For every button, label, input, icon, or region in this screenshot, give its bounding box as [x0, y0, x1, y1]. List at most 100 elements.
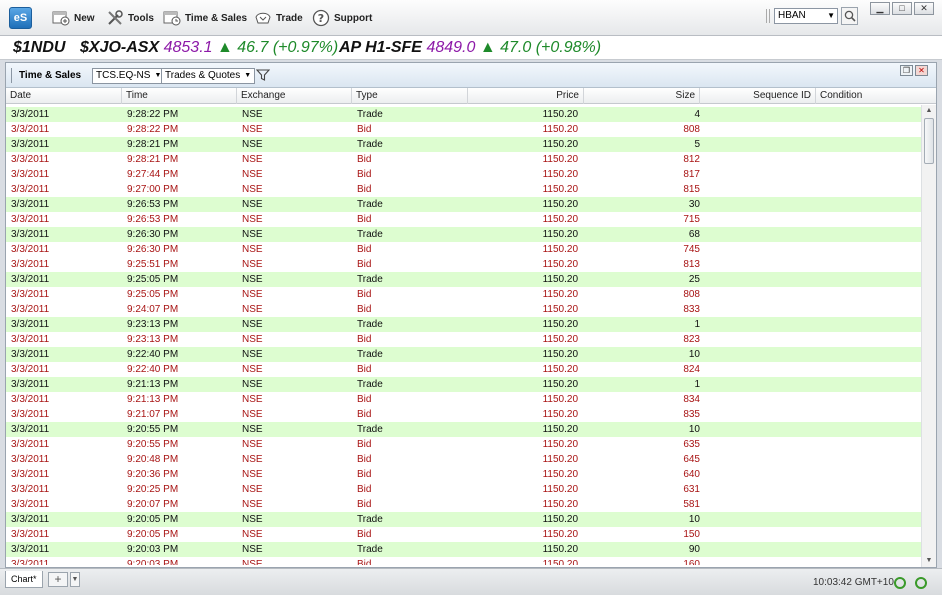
table-row[interactable]: 3/3/2011 9:20:03 PM NSE Bid 1150.20 160 [6, 557, 921, 565]
column-header-condition[interactable]: Condition [816, 88, 936, 104]
close-window-button[interactable]: ✕ [914, 2, 934, 15]
mode-dropdown[interactable]: Trades & Quotes ▼ [161, 68, 256, 84]
scroll-thumb[interactable] [924, 118, 934, 164]
cell-time: 9:25:05 PM [127, 289, 179, 300]
maximize-button[interactable]: □ [892, 2, 912, 15]
app-logo[interactable]: eS [9, 7, 32, 29]
main-toolbar: eS New Tools Time & Sales Trade ? Suppor… [0, 0, 942, 36]
table-row[interactable]: 3/3/2011 9:26:53 PM NSE Trade 1150.20 30 [6, 197, 921, 212]
time-sales-panel: Time & Sales TCS.EQ-NS ▼ Trades & Quotes… [5, 62, 937, 568]
table-row[interactable]: 3/3/2011 9:27:00 PM NSE Bid 1150.20 815 [6, 182, 921, 197]
table-row[interactable]: 3/3/2011 9:20:36 PM NSE Bid 1150.20 640 [6, 467, 921, 482]
support-button[interactable]: ? Support [312, 8, 372, 28]
table-row[interactable]: 3/3/2011 9:25:05 PM NSE Bid 1150.20 808 [6, 287, 921, 302]
table-row[interactable]: 3/3/2011 9:20:55 PM NSE Bid 1150.20 635 [6, 437, 921, 452]
cell-exchange: NSE [242, 154, 263, 165]
table-row[interactable]: 3/3/2011 9:21:07 PM NSE Bid 1150.20 835 [6, 407, 921, 422]
trade-button[interactable]: Trade [254, 8, 303, 28]
table-row[interactable]: 3/3/2011 9:26:30 PM NSE Trade 1150.20 68 [6, 227, 921, 242]
table-row[interactable]: 3/3/2011 9:22:40 PM NSE Trade 1150.20 10 [6, 347, 921, 362]
cell-date: 3/3/2011 [11, 154, 50, 165]
cell-type: Bid [357, 154, 372, 165]
cell-size: 5 [694, 139, 700, 150]
table-row[interactable]: 3/3/2011 9:20:03 PM NSE Trade 1150.20 90 [6, 542, 921, 557]
scroll-up-icon[interactable]: ▲ [922, 105, 936, 117]
cell-exchange: NSE [242, 379, 263, 390]
panel-title: Time & Sales [11, 68, 81, 83]
cell-type: Bid [357, 259, 372, 270]
tab-chart[interactable]: Chart* [5, 571, 43, 588]
search-button[interactable] [841, 7, 858, 25]
minimize-button[interactable]: ▁ [870, 2, 890, 15]
table-row[interactable]: 3/3/2011 9:25:05 PM NSE Trade 1150.20 25 [6, 272, 921, 287]
help-icon: ? [312, 9, 330, 27]
cell-exchange: NSE [242, 439, 263, 450]
cell-date: 3/3/2011 [11, 304, 50, 315]
cell-price: 1150.20 [542, 379, 578, 390]
tools-button[interactable]: Tools [106, 8, 154, 28]
refresh-icon[interactable] [894, 577, 906, 589]
symbol-input[interactable]: HBAN ▼ [774, 8, 838, 24]
panel-restore-button[interactable]: ❐ [900, 65, 913, 76]
table-row[interactable]: 3/3/2011 9:20:55 PM NSE Trade 1150.20 10 [6, 422, 921, 437]
cell-size: 823 [683, 334, 700, 345]
table-row[interactable]: 3/3/2011 9:20:05 PM NSE Trade 1150.20 10 [6, 512, 921, 527]
cell-time: 9:20:36 PM [127, 469, 179, 480]
table-row[interactable]: 3/3/2011 9:20:48 PM NSE Bid 1150.20 645 [6, 452, 921, 467]
symbol-dropdown[interactable]: TCS.EQ-NS ▼ [92, 68, 166, 84]
cell-exchange: NSE [242, 469, 263, 480]
table-row[interactable]: 3/3/2011 9:22:40 PM NSE Bid 1150.20 824 [6, 362, 921, 377]
vertical-scrollbar[interactable]: ▲ ▼ [921, 105, 936, 567]
column-header-time[interactable]: Time [122, 88, 237, 104]
plus-icon: + [54, 572, 62, 586]
column-header-price[interactable]: Price [468, 88, 584, 104]
filter-icon[interactable] [256, 68, 270, 82]
cell-time: 9:26:53 PM [127, 199, 179, 210]
table-row[interactable]: 3/3/2011 9:28:21 PM NSE Trade 1150.20 5 [6, 137, 921, 152]
cell-size: 581 [683, 499, 700, 510]
table-row[interactable]: 3/3/2011 9:21:13 PM NSE Bid 1150.20 834 [6, 392, 921, 407]
column-header-type[interactable]: Type [352, 88, 468, 104]
cell-time: 9:20:05 PM [127, 529, 179, 540]
column-header-date[interactable]: Date [6, 88, 122, 104]
cell-exchange: NSE [242, 334, 263, 345]
cell-date: 3/3/2011 [11, 184, 50, 195]
time-sales-button[interactable]: Time & Sales [163, 8, 247, 28]
table-row[interactable]: 3/3/2011 9:24:07 PM NSE Bid 1150.20 833 [6, 302, 921, 317]
cell-price: 1150.20 [542, 229, 578, 240]
ticker-item[interactable]: $1NDU [13, 36, 65, 60]
table-row[interactable]: 3/3/2011 9:27:44 PM NSE Bid 1150.20 817 [6, 167, 921, 182]
cell-time: 9:20:55 PM [127, 424, 179, 435]
cell-time: 9:26:30 PM [127, 244, 179, 255]
table-row[interactable]: 3/3/2011 9:20:25 PM NSE Bid 1150.20 631 [6, 482, 921, 497]
table-row[interactable]: 3/3/2011 9:23:13 PM NSE Trade 1150.20 1 [6, 317, 921, 332]
connection-status-icon[interactable] [915, 577, 927, 589]
table-row[interactable]: 3/3/2011 9:26:53 PM NSE Bid 1150.20 715 [6, 212, 921, 227]
ticker-change: ▲ 46.7 (+0.97%) [216, 39, 339, 56]
cell-size: 808 [683, 289, 700, 300]
new-button[interactable]: New [52, 8, 95, 28]
table-row[interactable]: 3/3/2011 9:20:07 PM NSE Bid 1150.20 581 [6, 497, 921, 512]
table-row[interactable]: 3/3/2011 9:23:13 PM NSE Bid 1150.20 823 [6, 332, 921, 347]
table-row[interactable]: 3/3/2011 9:25:51 PM NSE Bid 1150.20 813 [6, 257, 921, 272]
table-row[interactable]: 3/3/2011 9:28:22 PM NSE Bid 1150.20 808 [6, 122, 921, 137]
table-row[interactable]: 3/3/2011 9:26:30 PM NSE Bid 1150.20 745 [6, 242, 921, 257]
table-row[interactable]: 3/3/2011 9:21:13 PM NSE Trade 1150.20 1 [6, 377, 921, 392]
column-header-size[interactable]: Size [584, 88, 700, 104]
cell-price: 1150.20 [542, 364, 578, 375]
tab-menu-button[interactable]: ▼ [70, 572, 80, 587]
cell-size: 10 [688, 424, 700, 435]
tools-label: Tools [128, 12, 154, 24]
chevron-down-icon[interactable]: ▼ [827, 9, 835, 23]
table-row[interactable]: 3/3/2011 9:28:21 PM NSE Bid 1150.20 812 [6, 152, 921, 167]
column-header-exchange[interactable]: Exchange [237, 88, 352, 104]
scroll-down-icon[interactable]: ▼ [922, 555, 936, 567]
cell-time: 9:23:13 PM [127, 319, 179, 330]
ticker-item[interactable]: $XJO-ASX 4853.1 ▲ 46.7 (+0.97%) [80, 36, 338, 60]
add-tab-button[interactable]: + [48, 572, 68, 587]
table-row[interactable]: 3/3/2011 9:20:05 PM NSE Bid 1150.20 150 [6, 527, 921, 542]
table-row[interactable]: 3/3/2011 9:28:22 PM NSE Trade 1150.20 4 [6, 107, 921, 122]
panel-close-button[interactable]: ✕ [915, 65, 928, 76]
ticker-item[interactable]: AP H1-SFE 4849.0 ▲ 47.0 (+0.98%) [339, 36, 601, 60]
column-header-sequence-id[interactable]: Sequence ID [700, 88, 816, 104]
